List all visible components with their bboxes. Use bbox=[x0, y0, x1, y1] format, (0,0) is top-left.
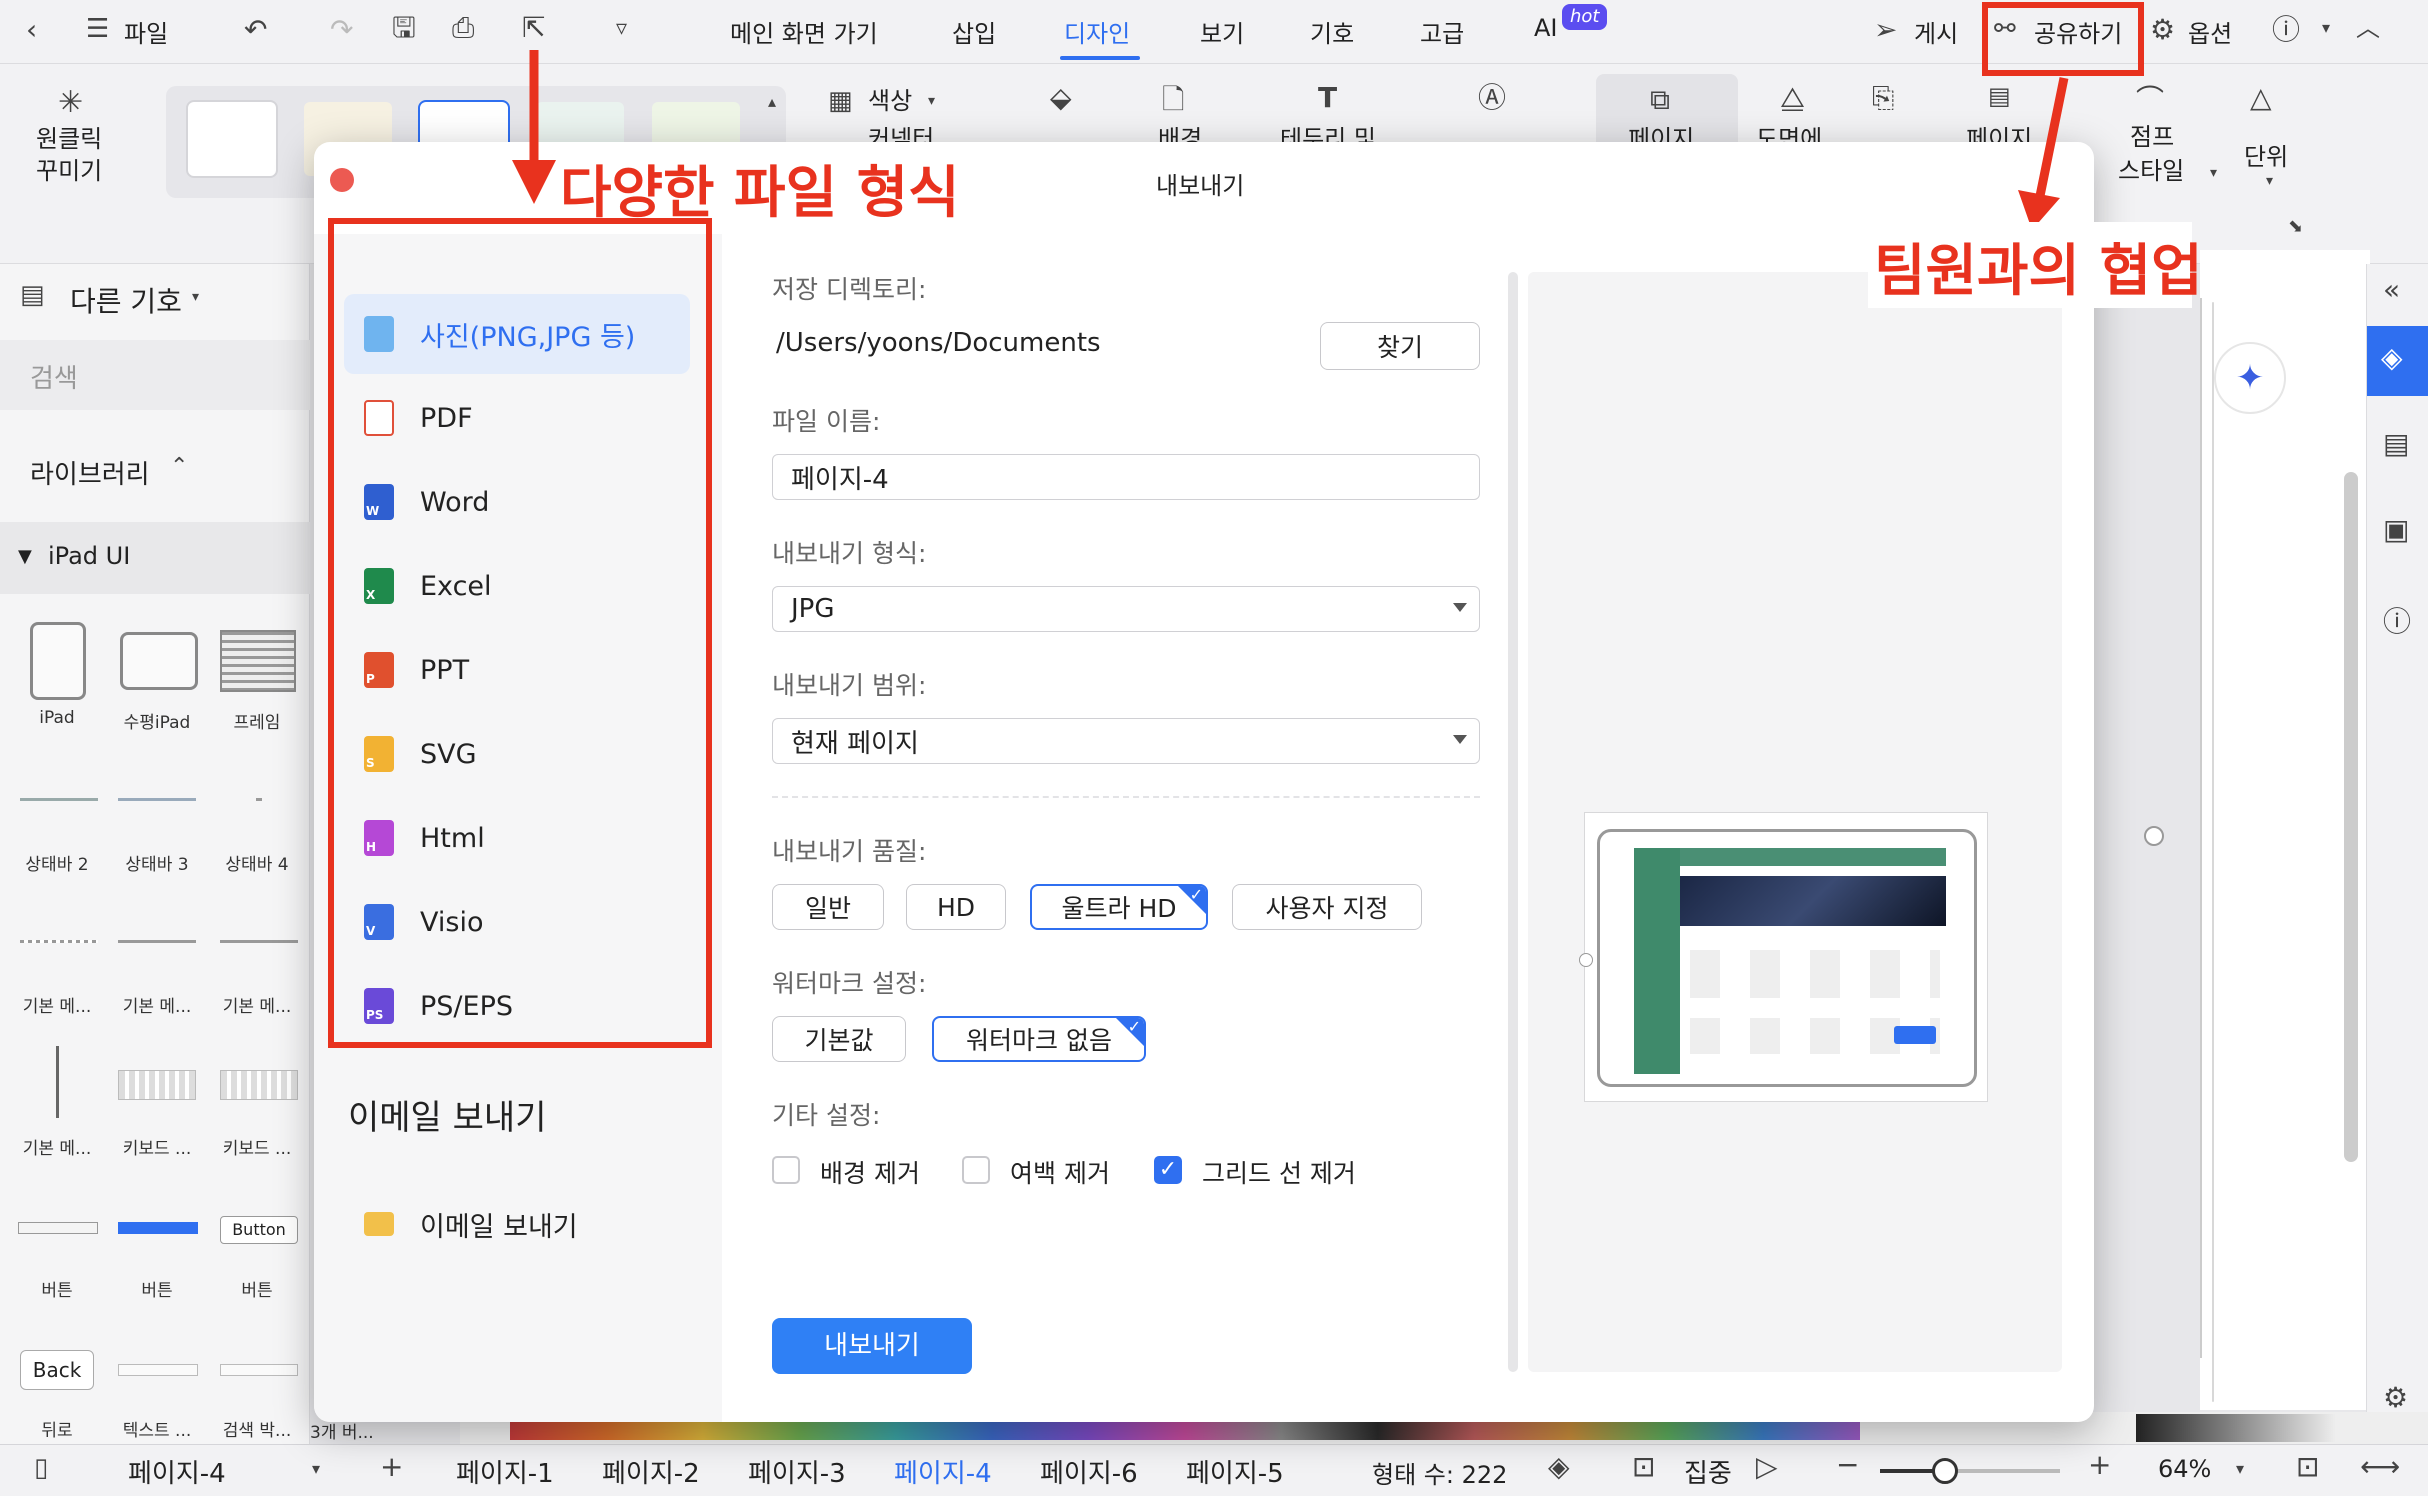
arrow-line bbox=[2035, 77, 2069, 197]
check-icon: ✓ bbox=[1127, 1017, 1141, 1036]
annotation-collaboration: 팀원과의 협업 bbox=[1874, 239, 2203, 304]
annotation-file-formats: 다양한 파일 형식 bbox=[560, 161, 960, 226]
check-icon: ✓ bbox=[1189, 885, 1203, 904]
arrow-head bbox=[512, 160, 556, 204]
